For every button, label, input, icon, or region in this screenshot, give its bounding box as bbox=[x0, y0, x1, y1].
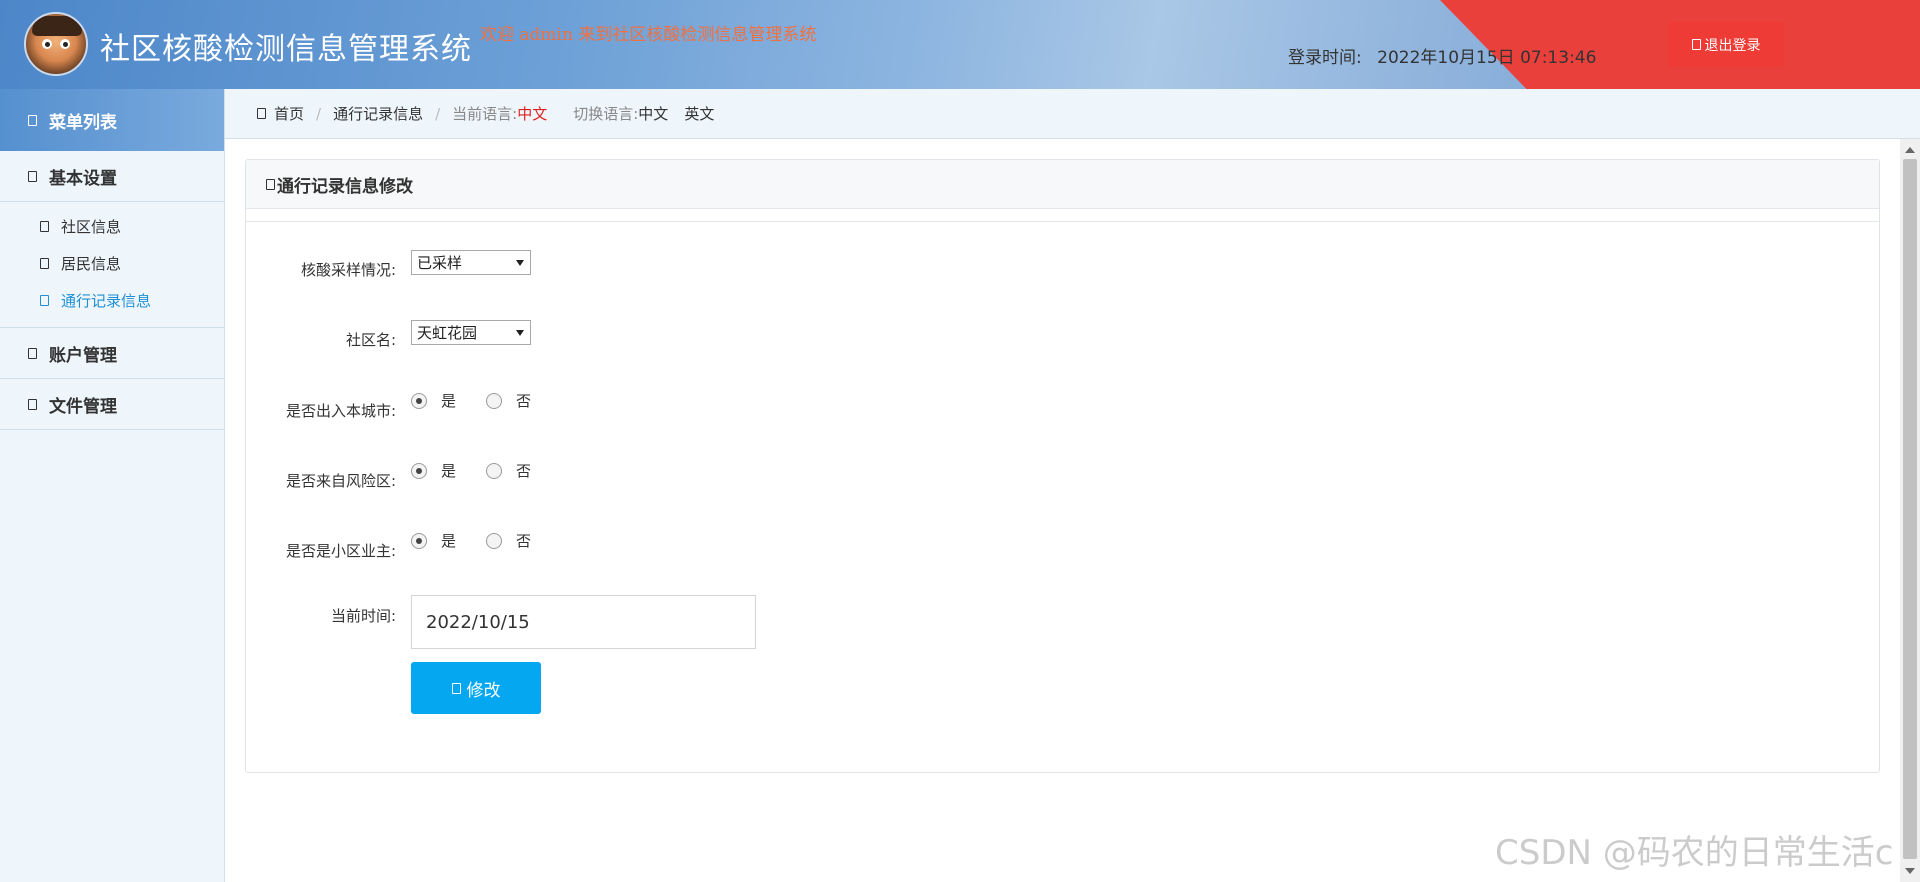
leave-city-no-radio[interactable] bbox=[486, 392, 503, 409]
logout-label: 退出登录 bbox=[1704, 36, 1761, 53]
breadcrumb: 首页 / 通行记录信息 / 当前语言: 中文 切换语言: 中文 英文 bbox=[225, 89, 1920, 139]
home-icon bbox=[257, 108, 266, 119]
user-icon bbox=[28, 347, 37, 359]
sidebar-item-label: 通行记录信息 bbox=[61, 292, 152, 310]
test-status-label: 核酸采样情况: bbox=[300, 261, 396, 279]
sidebar: 菜单列表 基本设置 社区信息 居民信息 通行记录信息 账户管理 文件管理 bbox=[0, 89, 225, 882]
owner-no-radio[interactable] bbox=[486, 532, 503, 549]
current-lang-value: 中文 bbox=[517, 105, 548, 123]
leave-city-yes-radio[interactable] bbox=[411, 392, 427, 409]
logout-button[interactable]: 退出登录 bbox=[1668, 22, 1784, 67]
radio-label: 是 bbox=[441, 462, 457, 480]
submit-label: 修改 bbox=[466, 680, 501, 700]
current-time-label: 当前时间: bbox=[330, 607, 396, 625]
current-time-input[interactable] bbox=[411, 595, 756, 649]
chevron-down-icon bbox=[516, 330, 524, 336]
file-icon bbox=[40, 258, 49, 269]
test-status-value: 已采样 bbox=[417, 254, 463, 272]
switch-lang-label: 切换语言: bbox=[573, 105, 639, 123]
sidebar-item-label: 社区信息 bbox=[61, 218, 122, 236]
basic-settings-submenu: 社区信息 居民信息 通行记录信息 bbox=[0, 202, 224, 328]
sidebar-item-community-info[interactable]: 社区信息 bbox=[0, 208, 224, 245]
owner-label: 是否是小区业主: bbox=[285, 542, 396, 560]
edit-form: 核酸采样情况: 已采样 社区名: 天虹花园 是否出入本城市: 是 否 是否来自风… bbox=[246, 221, 1879, 772]
sidebar-group-basic-settings[interactable]: 基本设置 bbox=[0, 151, 224, 202]
login-time-label: 登录时间: bbox=[1288, 48, 1362, 68]
edit-panel: 通行记录信息修改 核酸采样情况: 已采样 社区名: 天虹花园 是否出入本城市: … bbox=[245, 159, 1880, 773]
menu-icon bbox=[28, 114, 37, 126]
panel-header: 通行记录信息修改 bbox=[246, 160, 1879, 209]
file-icon bbox=[40, 295, 49, 306]
main-content: 通行记录信息修改 核酸采样情况: 已采样 社区名: 天虹花园 是否出入本城市: … bbox=[225, 139, 1900, 882]
sidebar-group-file-management[interactable]: 文件管理 bbox=[0, 379, 224, 430]
leave-city-label: 是否出入本城市: bbox=[285, 402, 396, 420]
radio-label: 是 bbox=[441, 392, 457, 410]
menu-head-label: 菜单列表 bbox=[49, 112, 117, 133]
scroll-up-icon[interactable] bbox=[1905, 147, 1915, 153]
breadcrumb-separator: / bbox=[435, 104, 441, 123]
risk-area-no-radio[interactable] bbox=[486, 462, 503, 479]
scroll-down-icon[interactable] bbox=[1905, 868, 1915, 874]
login-time: 登录时间: 2022年10月15日 07:13:46 bbox=[1288, 43, 1596, 68]
community-label: 社区名: bbox=[345, 331, 396, 349]
owner-yes-radio[interactable] bbox=[411, 532, 427, 549]
sidebar-item-resident-info[interactable]: 居民信息 bbox=[0, 245, 224, 282]
sidebar-group-label: 账户管理 bbox=[49, 345, 117, 366]
file-icon bbox=[40, 221, 49, 232]
vertical-scrollbar[interactable] bbox=[1900, 139, 1920, 882]
system-title: 社区核酸检测信息管理系统 bbox=[100, 32, 472, 67]
community-select[interactable]: 天虹花园 bbox=[411, 320, 531, 345]
sidebar-item-pass-record-info[interactable]: 通行记录信息 bbox=[0, 282, 224, 319]
scroll-thumb[interactable] bbox=[1903, 159, 1917, 859]
current-lang-label: 当前语言: bbox=[452, 105, 518, 123]
radio-label: 是 bbox=[441, 532, 457, 550]
radio-label: 否 bbox=[516, 392, 532, 410]
test-status-select[interactable]: 已采样 bbox=[411, 250, 531, 275]
sidebar-item-label: 居民信息 bbox=[61, 255, 122, 273]
user-avatar bbox=[24, 12, 88, 76]
breadcrumb-separator: / bbox=[316, 104, 322, 123]
submit-edit-button[interactable]: 修改 bbox=[411, 662, 541, 714]
lang-option-chinese[interactable]: 中文 bbox=[638, 103, 668, 124]
lang-option-english[interactable]: 英文 bbox=[684, 103, 714, 124]
login-time-value: 2022年10月15日 07:13:46 bbox=[1377, 48, 1597, 68]
welcome-message: 欢迎 admin 来到社区核酸检测信息管理系统 bbox=[480, 25, 817, 45]
edit-icon bbox=[451, 682, 461, 694]
leave-city-radio-group: 是 否 bbox=[411, 390, 561, 411]
risk-area-yes-radio[interactable] bbox=[411, 462, 427, 479]
chevron-down-icon bbox=[516, 260, 524, 266]
radio-label: 否 bbox=[516, 532, 532, 550]
logout-icon bbox=[1691, 39, 1701, 50]
sidebar-group-account-management[interactable]: 账户管理 bbox=[0, 328, 224, 379]
risk-area-label: 是否来自风险区: bbox=[285, 472, 396, 490]
file-icon bbox=[28, 398, 37, 410]
sidebar-menu-head: 菜单列表 bbox=[0, 89, 224, 151]
watermark: CSDN @码农的日常生活c bbox=[1495, 833, 1894, 873]
community-value: 天虹花园 bbox=[417, 324, 478, 342]
breadcrumb-home[interactable]: 首页 bbox=[274, 103, 304, 124]
breadcrumb-current: 通行记录信息 bbox=[333, 105, 424, 123]
risk-area-radio-group: 是 否 bbox=[411, 460, 561, 481]
radio-label: 否 bbox=[516, 462, 532, 480]
app-header: 社区核酸检测信息管理系统 欢迎 admin 来到社区核酸检测信息管理系统 登录时… bbox=[0, 0, 1920, 89]
sidebar-group-label: 文件管理 bbox=[49, 396, 117, 417]
folder-icon bbox=[28, 170, 37, 182]
panel-title: 通行记录信息修改 bbox=[277, 176, 413, 197]
sidebar-group-label: 基本设置 bbox=[49, 168, 117, 189]
edit-icon bbox=[266, 178, 275, 190]
owner-radio-group: 是 否 bbox=[411, 530, 561, 551]
